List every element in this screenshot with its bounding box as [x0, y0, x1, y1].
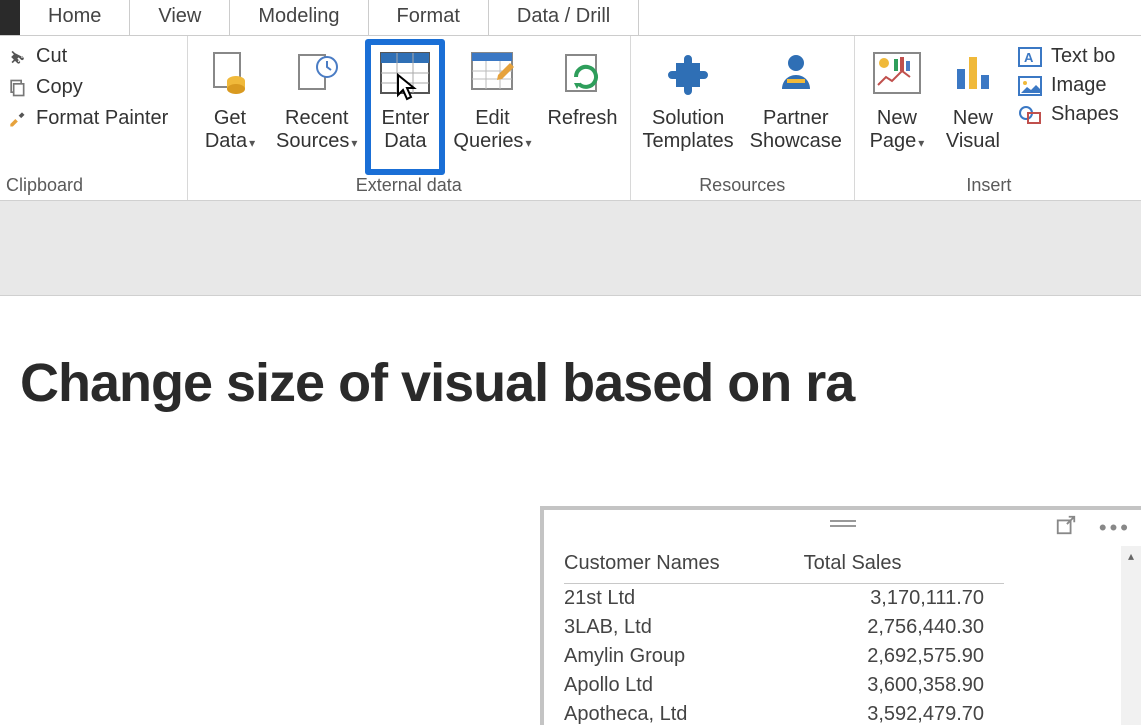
scrollbar[interactable]: ▴ [1121, 546, 1141, 725]
drag-handle-icon[interactable] [830, 520, 856, 528]
format-painter-button[interactable]: Format Painter [6, 107, 168, 130]
image-label: Image [1051, 74, 1107, 97]
ribbon-group-clipboard: Cut Copy Format Painter Clipboard [0, 36, 188, 200]
group-label-resources: Resources [635, 175, 850, 198]
copy-icon [6, 77, 28, 99]
shapes-label: Shapes [1051, 103, 1119, 126]
refresh-label: Refresh [547, 107, 617, 129]
cursor-icon [395, 73, 419, 101]
report-canvas[interactable]: Change size of visual based on ra ••• Cu… [0, 296, 1141, 725]
cell-sales: 3,600,358.90 [804, 671, 1004, 700]
more-options-icon[interactable]: ••• [1099, 515, 1131, 541]
cell-sales: 3,592,479.70 [804, 700, 1004, 725]
partner-showcase-button[interactable]: Partner Showcase [742, 41, 850, 175]
chart-icon [945, 45, 1001, 101]
new-page-icon [869, 45, 925, 101]
new-page-label: New Page [870, 107, 917, 152]
app-menu-corner[interactable] [0, 0, 20, 35]
text-box-button[interactable]: A Text bo [1017, 45, 1119, 68]
copy-label: Copy [36, 76, 83, 99]
cell-name: Apollo Ltd [564, 671, 804, 700]
image-button[interactable]: Image [1017, 74, 1119, 97]
recent-sources-button[interactable]: Recent Sources [268, 41, 365, 175]
group-label-external-data: External data [192, 175, 626, 198]
table-row[interactable]: Apollo Ltd3,600,358.90 [564, 671, 1004, 700]
get-data-label: Get Data [205, 107, 247, 152]
visual-header: ••• [544, 510, 1141, 546]
enter-data-icon [377, 45, 433, 101]
recent-sources-label: Recent Sources [276, 107, 349, 152]
get-data-button[interactable]: Get Data [192, 41, 268, 175]
format-painter-label: Format Painter [36, 107, 168, 130]
cell-sales: 3,170,111.70 [804, 584, 1004, 614]
scroll-up-icon[interactable]: ▴ [1121, 546, 1141, 566]
table-content: Customer Names Total Sales 21st Ltd3,170… [544, 546, 1141, 725]
refresh-icon [554, 45, 610, 101]
column-header-sales[interactable]: Total Sales [804, 546, 1004, 584]
focus-mode-icon[interactable] [1055, 514, 1077, 542]
cell-name: 3LAB, Ltd [564, 613, 804, 642]
paintbrush-icon [6, 108, 28, 130]
ribbon-group-insert: New Page New Visual A Text bo Image [855, 36, 1123, 200]
recent-sources-icon [289, 45, 345, 101]
tab-view[interactable]: View [130, 0, 230, 35]
textbox-icon: A [1017, 46, 1043, 68]
image-icon [1017, 75, 1043, 97]
get-data-icon [202, 45, 258, 101]
new-visual-label: New Visual [946, 107, 1000, 152]
ribbon: Cut Copy Format Painter Clipboard [0, 36, 1141, 201]
solution-templates-label: Solution Templates [643, 107, 734, 152]
enter-data-button[interactable]: Enter Data [365, 39, 445, 175]
cell-name: Apotheca, Ltd [564, 700, 804, 725]
tab-home[interactable]: Home [20, 0, 130, 35]
cell-sales: 2,692,575.90 [804, 642, 1004, 671]
edit-queries-icon [464, 45, 520, 101]
table-visual[interactable]: ••• Customer Names Total Sales 21st Ltd3… [540, 506, 1141, 725]
table-row[interactable]: Amylin Group2,692,575.90 [564, 642, 1004, 671]
table-row[interactable]: 3LAB, Ltd2,756,440.30 [564, 613, 1004, 642]
table-row[interactable]: 21st Ltd3,170,111.70 [564, 584, 1004, 614]
column-header-name[interactable]: Customer Names [564, 546, 804, 584]
new-page-button[interactable]: New Page [859, 41, 935, 175]
refresh-button[interactable]: Refresh [539, 41, 625, 175]
new-visual-button[interactable]: New Visual [935, 41, 1011, 175]
cut-button[interactable]: Cut [6, 45, 168, 68]
text-box-label: Text bo [1051, 45, 1115, 68]
cell-name: 21st Ltd [564, 584, 804, 614]
tab-modeling[interactable]: Modeling [230, 0, 368, 35]
scissors-icon [6, 46, 28, 68]
ribbon-group-resources: Solution Templates Partner Showcase Reso… [631, 36, 855, 200]
enter-data-label: Enter Data [382, 107, 430, 152]
table-header-row: Customer Names Total Sales [564, 546, 1004, 584]
page-title: Change size of visual based on ra [20, 352, 854, 414]
tab-data-drill[interactable]: Data / Drill [489, 0, 639, 35]
cell-name: Amylin Group [564, 642, 804, 671]
edit-queries-label: Edit Queries [453, 107, 523, 152]
table-row[interactable]: Apotheca, Ltd3,592,479.70 [564, 700, 1004, 725]
cell-sales: 2,756,440.30 [804, 613, 1004, 642]
tab-format[interactable]: Format [369, 0, 489, 35]
cut-label: Cut [36, 45, 67, 68]
ribbon-group-external-data: Get Data Recent Sources [188, 36, 631, 200]
puzzle-icon [660, 45, 716, 101]
group-label-clipboard: Clipboard [4, 175, 183, 198]
group-label-insert: Insert [859, 175, 1119, 198]
menu-tabs: Home View Modeling Format Data / Drill [0, 0, 1141, 36]
formula-bar-area [0, 201, 1141, 296]
copy-button[interactable]: Copy [6, 76, 168, 99]
solution-templates-button[interactable]: Solution Templates [635, 41, 742, 175]
edit-queries-button[interactable]: Edit Queries [445, 41, 539, 175]
shapes-icon [1017, 104, 1043, 126]
shapes-button[interactable]: Shapes [1017, 103, 1119, 126]
person-icon [768, 45, 824, 101]
svg-text:A: A [1024, 50, 1034, 65]
partner-showcase-label: Partner Showcase [750, 107, 842, 152]
